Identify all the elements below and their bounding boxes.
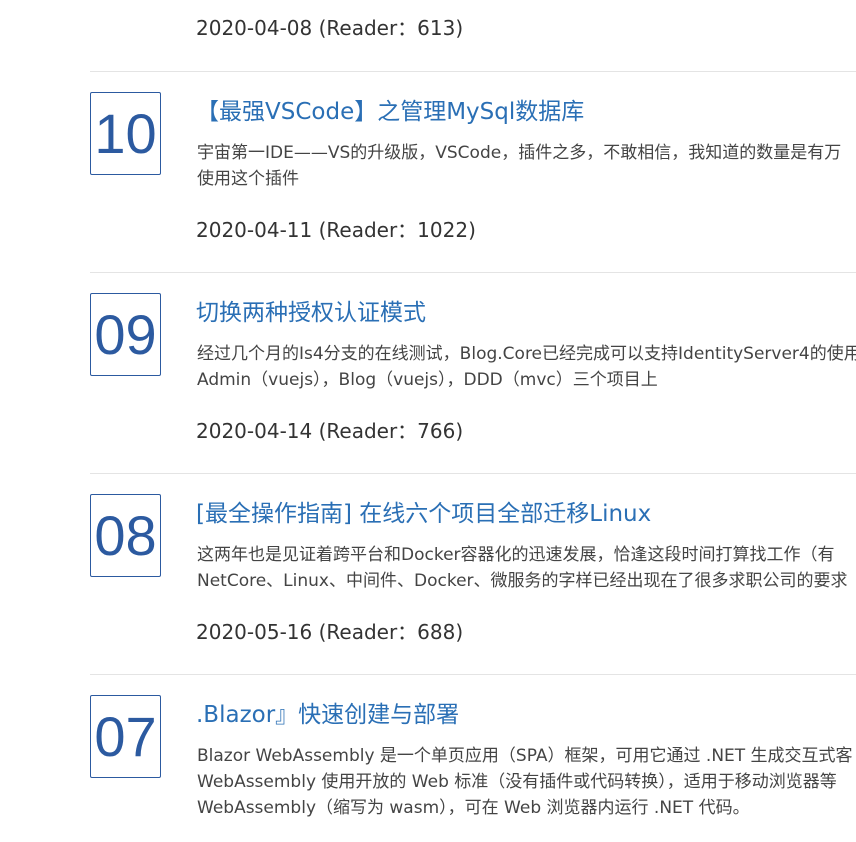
post-meta: 2020-04-14 (Reader：766)	[196, 419, 464, 443]
post-divider	[90, 71, 856, 72]
post-summary: 这两年也是见证着跨平台和Docker容器化的迅速发展，恰逢这段时间打算找工作（有…	[197, 542, 856, 594]
post-title-link[interactable]: 切换两种授权认证模式	[196, 293, 426, 327]
post-summary-line: NetCore、Linux、中间件、Docker、微服务的字样已经出现在了很多求…	[197, 571, 848, 591]
post-divider	[90, 674, 856, 675]
post-summary-line: Blazor WebAssembly 是一个单页应用（SPA）框架，可用它通过 …	[197, 746, 853, 766]
post-number-badge: 08	[90, 494, 161, 577]
post-summary-line: 这两年也是见证着跨平台和Docker容器化的迅速发展，恰逢这段时间打算找工作（有	[197, 545, 835, 565]
post-number-badge: 09	[90, 293, 161, 376]
post-title-link[interactable]: 【最强VSCode】之管理MySql数据库	[196, 92, 584, 126]
post-number-badge: 10	[90, 92, 161, 175]
post-title-link[interactable]: .Blazor』快速创建与部署	[196, 695, 459, 729]
post-summary-line: Admin（vuejs），Blog（vuejs），DDD（mvc）三个项目上	[197, 370, 658, 390]
post-divider	[90, 473, 856, 474]
post-summary: 经过几个月的Is4分支的在线测试，Blog.Core已经完成可以支持Identi…	[197, 341, 856, 393]
post-summary-line: 使用这个插件	[197, 169, 299, 189]
post-summary: 宇宙第一IDE——VS的升级版，VSCode，插件之多，不敢相信，我知道的数量是…	[197, 140, 856, 192]
post-summary-line: 经过几个月的Is4分支的在线测试，Blog.Core已经完成可以支持Identi…	[197, 344, 856, 364]
post-meta: 2020-04-11 (Reader：1022)	[196, 218, 476, 242]
post-summary-line: 宇宙第一IDE——VS的升级版，VSCode，插件之多，不敢相信，我知道的数量是…	[197, 143, 842, 163]
post-meta-top: 2020-04-08 (Reader：613)	[196, 16, 464, 40]
post-summary: Blazor WebAssembly 是一个单页应用（SPA）框架，可用它通过 …	[197, 743, 856, 821]
post-summary-line: WebAssembly 使用开放的 Web 标准（没有插件或代码转换），适用于移…	[197, 772, 837, 792]
post-meta: 2020-05-16 (Reader：688)	[196, 620, 464, 644]
post-number-badge: 07	[90, 695, 161, 778]
post-divider	[90, 272, 856, 273]
post-title-link[interactable]: [最全操作指南] 在线六个项目全部迁移Linux	[196, 494, 651, 528]
post-summary-line: WebAssembly（缩写为 wasm），可在 Web 浏览器内运行 .NET…	[197, 798, 750, 818]
